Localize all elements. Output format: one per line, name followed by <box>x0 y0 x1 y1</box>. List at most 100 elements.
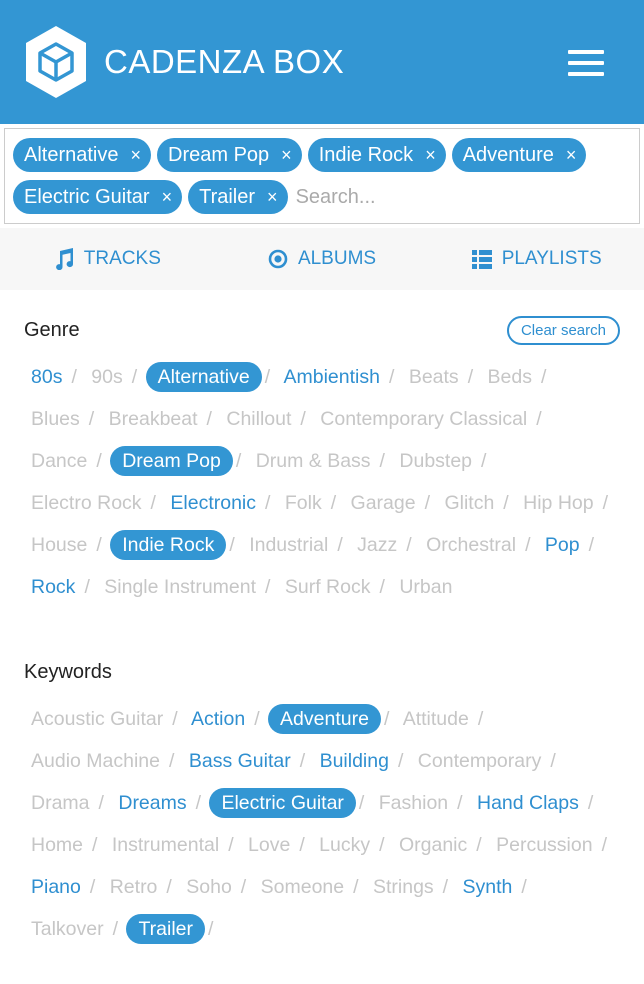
tab-albums[interactable]: ALBUMS <box>215 248 430 270</box>
keywords-tag: Instrumental <box>111 834 220 856</box>
genre-tag: Hip Hop <box>523 492 594 514</box>
separator: / <box>383 708 390 730</box>
filter-chip: Indie Rock × <box>307 138 446 172</box>
separator: / <box>265 576 271 598</box>
separator: / <box>264 366 271 388</box>
separator: / <box>358 792 365 814</box>
separator: / <box>330 492 337 514</box>
separator: / <box>206 408 212 430</box>
separator: / <box>265 492 271 514</box>
separator: / <box>388 366 395 388</box>
remove-chip-icon[interactable]: × <box>267 187 278 208</box>
keywords-tag[interactable]: Trailer <box>126 914 205 944</box>
brand-name[interactable]: CADENZA BOX <box>104 43 344 81</box>
genre-tag[interactable]: Indie Rock <box>110 530 227 560</box>
separator: / <box>208 918 214 940</box>
keywords-tag: Drama <box>31 792 90 814</box>
genre-tag: Urban <box>399 576 453 598</box>
genre-tag: 90s <box>91 366 123 388</box>
keywords-tag[interactable]: Piano <box>31 876 81 898</box>
genre-tag[interactable]: Pop <box>545 534 580 556</box>
separator: / <box>476 834 482 856</box>
genre-tag: Drum & Bass <box>255 450 371 472</box>
separator: / <box>521 876 527 898</box>
remove-chip-icon[interactable]: × <box>281 145 292 166</box>
separator: / <box>96 450 102 472</box>
filter-chip: Electric Guitar × <box>13 180 183 214</box>
hamburger-icon[interactable] <box>568 50 604 76</box>
app-header: CADENZA BOX <box>0 0 644 124</box>
filter-chip: Alternative × <box>13 138 152 172</box>
chip-label: Indie Rock <box>318 143 414 166</box>
tag-search-box[interactable]: Alternative × Dream Pop × Indie Rock × Adventu… <box>4 128 640 224</box>
keywords-tag: Fashion <box>378 792 449 814</box>
genre-tag[interactable]: Rock <box>31 576 75 598</box>
keywords-tag: Percussion <box>496 834 593 856</box>
keywords-tag[interactable]: Dreams <box>118 792 186 814</box>
tab-label: PLAYLISTS <box>501 248 602 269</box>
separator: / <box>588 534 595 556</box>
keywords-tag: Strings <box>372 876 434 898</box>
keywords-tag: Acoustic Guitar <box>31 708 164 730</box>
keywords-tag: Organic <box>398 834 468 856</box>
genre-tag: Blues <box>31 408 80 430</box>
genre-tag[interactable]: Alternative <box>145 362 262 392</box>
genre-list: 80s/ 90s / Alternative / Ambientish / Beats… <box>31 356 620 608</box>
separator: / <box>112 918 119 940</box>
search-input[interactable] <box>293 180 404 214</box>
keywords-tag[interactable]: Electric Guitar <box>209 788 356 818</box>
keywords-tag[interactable]: Adventure <box>268 704 381 734</box>
genre-tag: Contemporary Classical <box>320 408 528 430</box>
genre-title: Genre <box>24 318 80 341</box>
separator: / <box>299 834 305 856</box>
remove-chip-icon[interactable]: × <box>162 187 173 208</box>
separator: / <box>424 492 431 514</box>
separator: / <box>379 834 385 856</box>
keywords-tag[interactable]: Bass Guitar <box>189 750 291 772</box>
keywords-title: Keywords <box>24 660 112 683</box>
genre-tag: Beds <box>487 366 532 388</box>
keywords-tag[interactable]: Building <box>320 750 389 772</box>
genre-tag[interactable]: Ambientish <box>284 366 380 388</box>
genre-tag[interactable]: Electronic <box>170 492 256 514</box>
keywords-tag[interactable]: Synth <box>463 876 513 898</box>
separator: / <box>84 576 90 598</box>
separator: / <box>525 534 531 556</box>
keywords-tag[interactable]: Action <box>191 708 245 730</box>
remove-chip-icon[interactable]: × <box>131 145 142 166</box>
genre-tag: Dance <box>31 450 88 472</box>
keywords-tag: Contemporary <box>417 750 542 772</box>
remove-chip-icon[interactable]: × <box>425 145 436 166</box>
genre-tag: Garage <box>350 492 416 514</box>
genre-tag: Single Instrument <box>104 576 257 598</box>
separator: / <box>536 408 542 430</box>
filter-chip: Trailer × <box>188 180 288 214</box>
separator: / <box>195 792 202 814</box>
keywords-section: Keywords Acoustic Guitar / Action / Advent… <box>0 654 644 950</box>
keywords-tag: Attitude <box>402 708 469 730</box>
keywords-tag: Home <box>31 834 84 856</box>
disc-icon <box>268 249 288 269</box>
separator: / <box>353 876 359 898</box>
keywords-tag[interactable]: Hand Claps <box>477 792 579 814</box>
remove-chip-icon[interactable]: × <box>566 145 577 166</box>
keywords-tag: Lucky <box>319 834 371 856</box>
separator: / <box>550 750 556 772</box>
keywords-tag: Someone <box>260 876 345 898</box>
tab-playlists[interactable]: PLAYLISTS <box>429 248 644 270</box>
separator: / <box>229 534 235 556</box>
separator: / <box>89 876 96 898</box>
genre-tag: Beats <box>408 366 459 388</box>
cube-hexagon-icon[interactable] <box>24 24 88 100</box>
genre-tag: Breakbeat <box>108 408 198 430</box>
separator: / <box>602 492 609 514</box>
genre-tag[interactable]: Dream Pop <box>110 446 233 476</box>
tab-label: ALBUMS <box>297 248 377 269</box>
clear-search-button[interactable]: Clear search <box>506 315 620 345</box>
tab-tracks[interactable]: TRACKS <box>0 248 215 270</box>
keywords-tag: Love <box>248 834 291 856</box>
list-icon <box>471 250 492 269</box>
genre-tag[interactable]: 80s <box>31 366 62 388</box>
separator: / <box>98 792 104 814</box>
keywords-list: Acoustic Guitar / Action / Adventure / Atti… <box>31 698 620 950</box>
